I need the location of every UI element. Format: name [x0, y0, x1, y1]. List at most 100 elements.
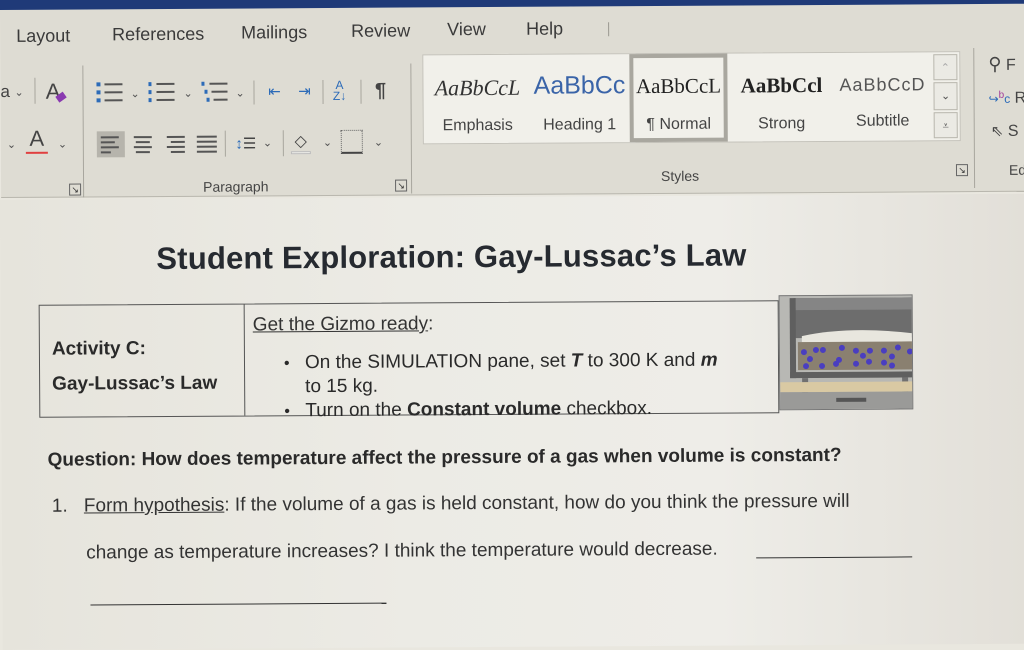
font-name-partial[interactable]: a [0, 82, 10, 102]
text: checkbox. [561, 398, 653, 420]
numbering-icon[interactable] [148, 82, 175, 103]
show-hide-pilcrow-icon[interactable]: ¶ [368, 78, 392, 104]
gizmo-simulation-image [778, 294, 914, 411]
replace-icon: ↪bc [988, 89, 1011, 106]
question-text: Question: How does temperature affect th… [47, 444, 842, 471]
separator [282, 130, 284, 157]
decrease-indent-icon[interactable]: ⇤ [262, 80, 286, 102]
style-strong[interactable]: AaBbCcl Strong [731, 53, 832, 142]
styles-group-label: Styles [660, 167, 700, 184]
font-size-chevron-icon[interactable]: ⌄ [7, 138, 16, 151]
style-name: Subtitle [855, 112, 910, 130]
text: Turn on the [305, 399, 408, 422]
form-hypothesis-label: Form hypothesis [83, 494, 225, 517]
instruction-bullet-2: • Turn on the Constant volume checkbox. [284, 398, 652, 422]
find-label-partial: F [1005, 56, 1016, 74]
justify-button[interactable] [193, 131, 221, 157]
paragraph-dialog-launcher-icon[interactable]: ↘ [395, 179, 408, 192]
style-normal[interactable]: AaBbCcL ¶ Normal [629, 53, 728, 143]
tab-view[interactable]: View [447, 19, 486, 40]
activity-label: Activity C: [51, 338, 146, 360]
tab-help[interactable]: Help [526, 19, 563, 40]
style-heading-1[interactable]: AaBbCc Heading 1 [529, 54, 630, 143]
sort-icon[interactable]: A Z↓ [326, 78, 352, 104]
bullets-icon[interactable] [96, 82, 123, 103]
style-sample: AaBbCcL [635, 73, 722, 99]
replace-button[interactable]: ↪bc R [989, 90, 1024, 108]
tab-review[interactable]: Review [351, 20, 410, 41]
constant-volume-text: Constant volume [406, 398, 562, 421]
style-name: Strong [758, 115, 806, 133]
shading-icon[interactable]: ◇ [289, 128, 313, 156]
font-name-dropdown-chevron-icon[interactable]: ⌄ [14, 86, 23, 99]
gizmo-heading: Get the Gizmo ready: [253, 313, 434, 336]
tab-layout[interactable]: Layout [16, 26, 70, 47]
style-name: ¶ Normal [646, 115, 712, 134]
style-sample: AaBbCc [533, 71, 626, 100]
document-title: Student Exploration: Gay-Lussac’s Law [156, 237, 747, 277]
font-dialog-launcher-icon[interactable]: ↘ [69, 183, 82, 196]
answer-blank-line[interactable] [756, 556, 913, 559]
group-separator [973, 48, 976, 189]
line-spacing-icon[interactable]: ↕ ☰ [231, 130, 261, 156]
shading-chevron-icon[interactable]: ⌄ [323, 136, 332, 149]
align-right-button[interactable] [161, 131, 189, 157]
font-color-chevron-icon[interactable]: ⌄ [58, 138, 67, 151]
multilevel-list-icon[interactable] [201, 81, 228, 102]
align-center-button[interactable] [129, 131, 157, 157]
bullet-icon: • [283, 355, 290, 373]
borders-chevron-icon[interactable]: ⌄ [374, 136, 383, 149]
ribbon-tabs: Layout References Mailings Review View H… [0, 16, 1024, 52]
item-1-line-2: change as temperature increases? I think… [86, 538, 718, 564]
separator [322, 80, 324, 105]
gas-container-illustration [779, 295, 914, 411]
select-button[interactable]: ⇖ S [991, 122, 1019, 141]
text: to 300 K and [582, 349, 701, 372]
document-page[interactable]: Student Exploration: Gay-Lussac’s Law Ac… [0, 193, 1024, 650]
style-sample: AaBbCcl [740, 72, 823, 98]
separator [360, 79, 362, 104]
style-sample: AaBbCcD [839, 74, 926, 95]
instruction-bullet-1: • On the SIMULATION pane, set T to 300 K … [284, 350, 718, 375]
answer-blank-line[interactable] [90, 602, 387, 606]
gizmo-instructions-cell: Get the Gizmo ready: • On the SIMULATION … [246, 301, 779, 421]
align-left-button[interactable] [96, 131, 125, 158]
styles-dialog-launcher-icon[interactable]: ↘ [955, 164, 969, 177]
select-label-partial: S [1007, 122, 1019, 140]
style-subtitle[interactable]: AaBbCcD Subtitle [833, 52, 932, 141]
gizmo-heading-text: Get the Gizmo ready [252, 313, 429, 336]
gizmo-heading-colon: : [427, 313, 434, 335]
gallery-scroll-down-button[interactable]: ⌄ [933, 82, 958, 111]
text: On the SIMULATION pane, set [304, 350, 571, 374]
activity-table: Activity C: Gay-Lussac’s Law Get the Giz… [38, 300, 780, 421]
activity-subtitle: Gay-Lussac’s Law [52, 372, 218, 395]
replace-label-partial: R [1014, 89, 1024, 107]
line-spacing-chevron-icon[interactable]: ⌄ [263, 136, 272, 149]
multilevel-chevron-icon[interactable]: ⌄ [235, 87, 244, 100]
group-separator [82, 65, 85, 198]
item-1-line-1: Form hypothesis: If the volume of a gas … [84, 491, 850, 518]
find-button[interactable]: ⚲ F [988, 54, 1016, 75]
style-name: Heading 1 [543, 116, 617, 134]
instruction-bullet-1-continued: to 15 kg. [305, 375, 379, 398]
tab-mailings[interactable]: Mailings [241, 22, 307, 43]
gallery-more-button[interactable]: ⩡ [933, 112, 958, 139]
separator [34, 77, 36, 104]
variable-m: m [700, 349, 718, 371]
clear-formatting-icon[interactable]: A [42, 79, 68, 104]
style-sample: AaBbCcL [434, 74, 521, 101]
borders-icon[interactable] [340, 129, 363, 154]
paragraph-group-label: Paragraph [203, 178, 269, 195]
select-cursor-icon: ⇖ [990, 122, 1004, 140]
hypothesis-prompt: : If the volume of a gas is held constan… [224, 490, 850, 516]
activity-cell: Activity C: Gay-Lussac’s Law [39, 304, 246, 417]
numbering-chevron-icon[interactable]: ⌄ [183, 87, 192, 100]
separator [224, 130, 226, 157]
font-color-icon[interactable]: A [25, 126, 49, 154]
style-emphasis[interactable]: AaBbCcL Emphasis [427, 55, 528, 144]
gallery-scroll-up-button[interactable]: ⌃ [933, 54, 958, 81]
variable-T: T [570, 350, 583, 372]
increase-indent-icon[interactable]: ⇥ [292, 80, 316, 102]
bullets-chevron-icon[interactable]: ⌄ [130, 87, 139, 100]
tab-references[interactable]: References [112, 24, 204, 46]
